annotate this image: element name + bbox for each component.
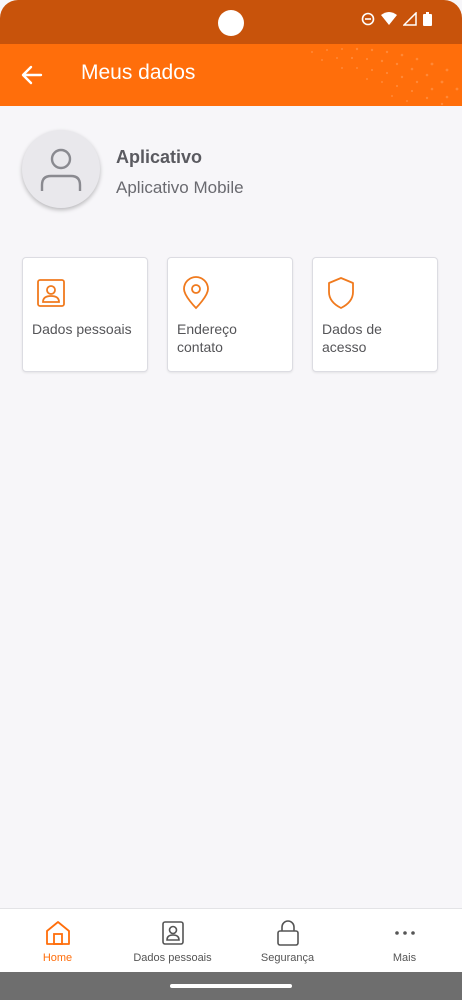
page-title: Meus dados xyxy=(81,61,196,84)
app-bar: Meus dados xyxy=(0,44,462,106)
bottom-navigation: Home Dados pessoais Segurança Mais xyxy=(0,908,462,973)
home-icon xyxy=(45,921,70,945)
battery-icon xyxy=(423,12,432,31)
card-endereco-contato[interactable]: Endereço contato xyxy=(167,257,293,372)
shield-icon xyxy=(328,277,354,309)
card-label: Dados pessoais xyxy=(32,321,132,337)
gesture-handle[interactable] xyxy=(170,984,292,988)
map-pin-icon xyxy=(183,276,209,310)
card-label: Endereço contato xyxy=(177,321,237,355)
arrow-left-icon xyxy=(21,65,43,85)
profile-subtitle: Aplicativo Mobile xyxy=(116,178,244,197)
nav-mais[interactable]: Mais xyxy=(347,909,462,973)
nav-dados-pessoais[interactable]: Dados pessoais xyxy=(115,909,230,973)
nav-label: Home xyxy=(42,952,73,964)
gesture-bar xyxy=(0,972,462,1000)
camera-cutout xyxy=(218,10,244,36)
profile-section: Aplicativo Aplicativo Mobile xyxy=(20,128,440,218)
nav-home[interactable]: Home xyxy=(0,909,115,973)
card-dados-pessoais[interactable]: Dados pessoais xyxy=(22,257,148,372)
nav-label: Segurança xyxy=(260,952,315,964)
id-card-icon xyxy=(37,279,65,307)
do-not-disturb-icon xyxy=(361,12,375,31)
card-dados-acesso[interactable]: Dados de acesso xyxy=(312,257,438,372)
nav-label: Dados pessoais xyxy=(133,952,212,964)
more-icon xyxy=(394,931,415,935)
nav-label: Mais xyxy=(392,952,417,964)
id-card-icon xyxy=(161,921,184,945)
user-icon xyxy=(40,148,82,191)
header-pattern xyxy=(311,47,459,106)
card-label: Dados de acesso xyxy=(322,321,382,355)
lock-icon xyxy=(276,920,299,946)
nav-seguranca[interactable]: Segurança xyxy=(230,909,345,973)
profile-name: Aplicativo xyxy=(116,147,203,167)
avatar xyxy=(22,130,100,208)
status-icons xyxy=(361,11,432,31)
back-button[interactable] xyxy=(18,61,46,89)
status-bar xyxy=(0,0,462,44)
signal-icon xyxy=(402,11,417,31)
wifi-icon xyxy=(381,12,397,31)
